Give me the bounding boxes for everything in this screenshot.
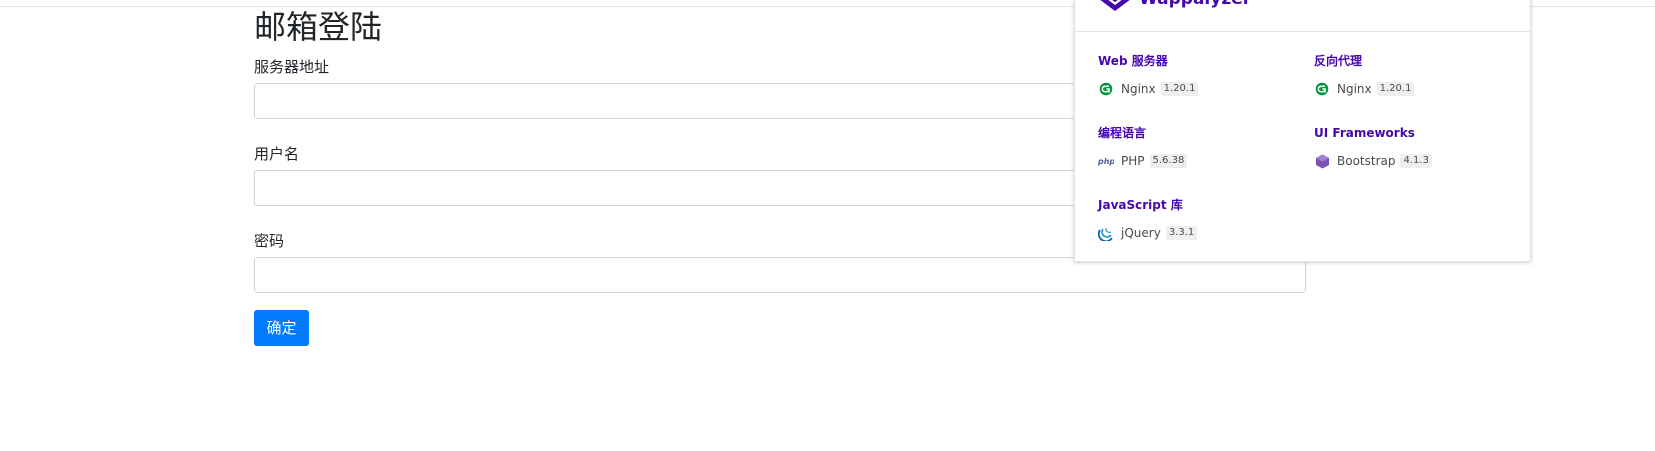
category-web-server: Web 服务器 Nginx 1.20.1 <box>1098 53 1199 97</box>
category-name[interactable]: 编程语言 <box>1098 125 1187 141</box>
tech-name: Nginx <box>1121 82 1156 96</box>
php-icon: php <box>1098 153 1114 169</box>
nginx-icon <box>1314 81 1330 97</box>
tech-name: Nginx <box>1337 82 1372 96</box>
category-ui-frameworks: UI Frameworks Bootstrap 4.1.3 <box>1314 125 1432 169</box>
tech-version: 4.1.3 <box>1400 154 1432 168</box>
category-javascript-library: JavaScript 库 jQuery 3.3.1 <box>1098 197 1198 241</box>
tech-version: 5.6.38 <box>1149 154 1188 168</box>
jquery-icon <box>1098 225 1114 241</box>
wappalyzer-brand: Wappalyzer <box>1139 0 1251 9</box>
tech-name: PHP <box>1121 154 1145 168</box>
bootstrap-icon <box>1314 153 1330 169</box>
tech-version: 1.20.1 <box>1160 82 1199 96</box>
tech-name: Bootstrap <box>1337 154 1396 168</box>
wappalyzer-header: Wappalyzer <box>1075 0 1530 32</box>
tech-item[interactable]: jQuery 3.3.1 <box>1098 225 1198 241</box>
tech-version: 3.3.1 <box>1165 226 1198 240</box>
category-name[interactable]: UI Frameworks <box>1314 125 1432 141</box>
wappalyzer-popup: Wappalyzer Web 服务器 Nginx 1.20.1 反向代理 Ngi… <box>1074 0 1531 262</box>
submit-button[interactable]: 确定 <box>254 310 309 346</box>
tech-item[interactable]: Bootstrap 4.1.3 <box>1314 153 1432 169</box>
tech-item[interactable]: php PHP 5.6.38 <box>1098 153 1188 169</box>
category-name[interactable]: 反向代理 <box>1314 53 1414 69</box>
category-name[interactable]: JavaScript 库 <box>1098 197 1197 213</box>
tech-version: 1.20.1 <box>1376 82 1415 96</box>
category-programming-language: 编程语言 php PHP 5.6.38 <box>1098 125 1188 169</box>
tech-item[interactable]: Nginx 1.20.1 <box>1098 81 1199 97</box>
password-input[interactable] <box>254 257 1306 293</box>
nginx-icon <box>1098 81 1114 97</box>
svg-text:php: php <box>1098 157 1114 166</box>
category-reverse-proxy: 反向代理 Nginx 1.20.1 <box>1314 53 1415 97</box>
category-name[interactable]: Web 服务器 <box>1098 53 1198 69</box>
wappalyzer-logo-icon <box>1097 0 1133 19</box>
tech-name: jQuery <box>1121 226 1161 240</box>
tech-item[interactable]: Nginx 1.20.1 <box>1314 81 1415 97</box>
